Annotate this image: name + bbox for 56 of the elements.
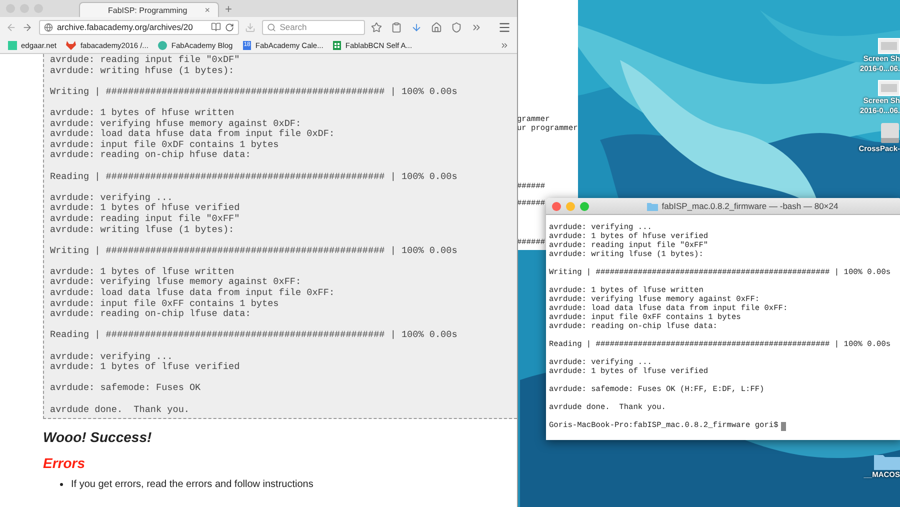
log-line: avrdude: input file 0xFF contains 1 bytes — [50, 298, 280, 309]
log-line: avrdude: verifying ... — [50, 192, 174, 203]
forward-icon[interactable] — [22, 22, 33, 32]
log-line: avrdude: safemode: Fuses OK — [50, 383, 202, 394]
square-icon — [8, 40, 17, 50]
star-icon[interactable] — [371, 22, 382, 32]
log-line: avrdude: 1 bytes of lfuse written — [50, 266, 236, 277]
folder-icon[interactable] — [874, 452, 900, 470]
log-line: avrdude done. Thank you. — [50, 404, 190, 416]
browser-tab[interactable]: FabISP: Programming × — [79, 2, 219, 17]
search-field[interactable]: Search — [262, 20, 365, 34]
globe-icon — [44, 22, 53, 32]
window-title: fabISP_mac.0.8.2_firmware — -bash — 80×24 — [662, 201, 838, 211]
log-line: avrdude: input file 0xDF contains 1 bytes — [50, 140, 280, 150]
menu-icon[interactable] — [498, 20, 511, 34]
back-icon[interactable] — [6, 22, 16, 32]
shield-icon[interactable] — [451, 22, 462, 32]
log-line: avrdude: verifying ... — [50, 352, 174, 362]
log-line: avrdude: reading on-chip lfuse data: — [50, 309, 252, 320]
reload-icon[interactable] — [225, 22, 234, 32]
bullet-icon — [60, 483, 63, 486]
log-line: avrdude: writing hfuse (1 bytes): — [50, 66, 236, 76]
folder-icon — [646, 202, 658, 210]
fox-icon — [66, 40, 76, 50]
url-field[interactable]: archive.fabacademy.org/archives/20 — [38, 20, 240, 34]
log-line: avrdude: reading input file "0xFF" — [50, 214, 241, 224]
overflow-icon[interactable] — [500, 40, 509, 50]
overflow-icon[interactable] — [471, 22, 482, 32]
log-line: avrdude: reading on-chip hfuse data: — [50, 150, 252, 161]
circle-icon — [158, 40, 168, 50]
log-line: avrdude: load data lfuse data from input file 0xFF: — [50, 288, 336, 299]
spreadsheet-icon — [333, 40, 342, 50]
log-line: Writing | ################################################## | 100% 0.00s — [50, 86, 458, 98]
home-icon[interactable] — [431, 22, 442, 32]
log-line: avrdude: reading input file "0xDF" — [50, 55, 241, 66]
log-line: avrdude: 1 bytes of hfuse written — [50, 108, 236, 119]
log-line: avrdude: load data hfuse data from input file 0xDF: — [50, 129, 336, 140]
cursor-icon — [781, 422, 786, 431]
tab-close-button[interactable]: × — [204, 5, 210, 15]
disk-icon[interactable] — [880, 122, 900, 144]
log-line: Reading | ################################################## | 100% 0.00s — [50, 330, 458, 342]
list-item: If you get errors, read the errors and follow instructions — [71, 479, 314, 490]
log-line: Writing | ################################################## | 100% 0.00s — [50, 246, 458, 256]
download-icon[interactable] — [411, 22, 422, 32]
log-line: avrdude: 1 bytes of hfuse verified — [50, 203, 241, 214]
heading: Wooo! Success! — [43, 429, 153, 446]
heading: Errors — [43, 455, 86, 472]
log-line: avrdude: writing lfuse (1 bytes): — [50, 224, 236, 236]
search-icon — [266, 22, 276, 32]
close-icon[interactable] — [552, 202, 561, 210]
log-line: avrdude: verifying lfuse memory against 0xFF: — [50, 277, 302, 288]
log-line: avrdude: 1 bytes of lfuse verified — [50, 362, 241, 373]
log-line: avrdude: verifying hfuse memory against 0xDF: — [50, 118, 302, 129]
reader-icon[interactable] — [211, 22, 222, 32]
clipboard-icon[interactable] — [391, 22, 402, 32]
log-line: Reading | ################################################## | 100% 0.00s — [50, 172, 458, 182]
